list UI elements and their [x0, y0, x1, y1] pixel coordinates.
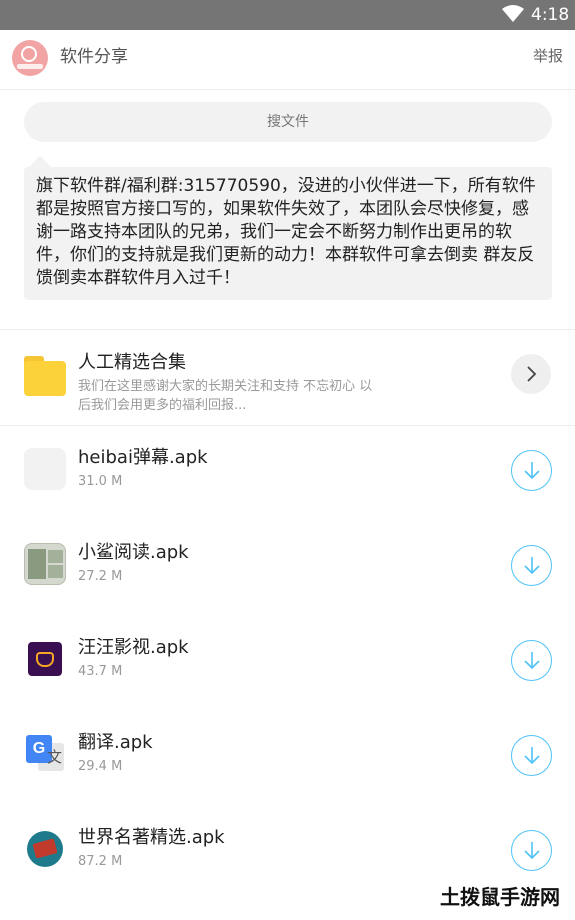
download-icon	[524, 842, 540, 860]
download-icon	[524, 557, 540, 575]
file-name: 小鲨阅读.apk	[78, 542, 189, 563]
file-name: 翻译.apk	[78, 732, 153, 753]
watermark: 土拨鼠手游网	[440, 885, 560, 909]
book-icon	[24, 828, 66, 870]
file-size: 43.7 M	[78, 664, 123, 679]
file-size: 31.0 M	[78, 474, 123, 489]
list-item[interactable]: 小鲨阅读.apk 27.2 M	[0, 519, 575, 614]
notice-text: 旗下软件群/福利群:315770590，没进的小伙伴进一下，所有软件都是按照官方…	[24, 167, 552, 300]
file-name: 汪汪影视.apk	[78, 637, 189, 658]
file-name: 世界名著精选.apk	[78, 827, 225, 848]
list-item[interactable]: heibai弹幕.apk 31.0 M	[0, 424, 575, 519]
open-folder-button[interactable]	[511, 354, 551, 394]
download-button[interactable]	[511, 830, 552, 871]
file-name: heibai弹幕.apk	[78, 447, 208, 468]
divider	[0, 329, 575, 330]
file-size: 29.4 M	[78, 759, 123, 774]
download-icon	[524, 747, 540, 765]
blank-app-icon	[24, 448, 66, 490]
folder-title: 人工精选合集	[78, 352, 186, 373]
file-size: 87.2 M	[78, 854, 123, 869]
list-item[interactable]: 汪汪影视.apk 43.7 M	[0, 614, 575, 709]
list-item[interactable]: G 文 翻译.apk 29.4 M	[0, 709, 575, 804]
app-avatar[interactable]	[12, 40, 48, 76]
folder-icon	[24, 356, 66, 396]
download-button[interactable]	[511, 640, 552, 681]
status-time: 4:18	[531, 5, 570, 25]
status-bar: 4:18	[0, 0, 575, 30]
chevron-right-icon	[527, 366, 537, 382]
wifi-icon	[502, 5, 524, 22]
search-input[interactable]: 搜文件	[24, 102, 552, 142]
download-button[interactable]	[511, 735, 552, 776]
report-button[interactable]: 举报	[533, 46, 563, 66]
download-icon	[524, 652, 540, 670]
download-button[interactable]	[511, 450, 552, 491]
folder-description: 我们在这里感谢大家的长期关注和支持 不忘初心 以后我们会用更多的福利回报...	[78, 379, 373, 413]
download-icon	[524, 462, 540, 480]
page-title: 软件分享	[60, 47, 128, 67]
file-size: 27.2 M	[78, 569, 123, 584]
avatar-tag	[17, 64, 43, 69]
search-lens-icon	[21, 46, 37, 62]
wangwang-video-icon	[24, 638, 66, 680]
translate-icon: G 文	[24, 733, 66, 775]
download-button[interactable]	[511, 545, 552, 586]
xiaosha-reading-icon	[24, 543, 66, 585]
